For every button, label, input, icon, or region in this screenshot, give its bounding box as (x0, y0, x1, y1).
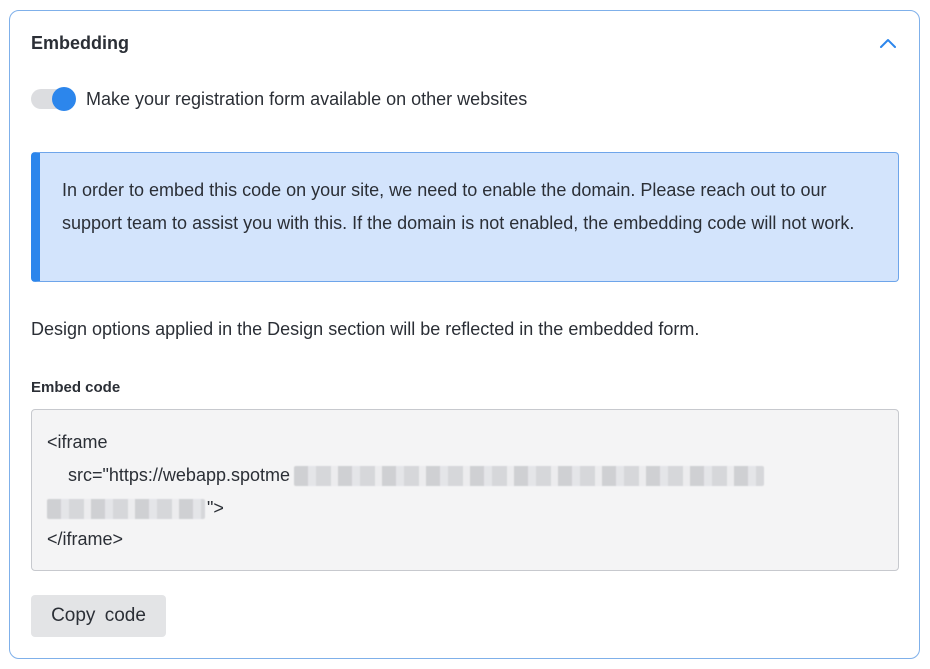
embed-toggle[interactable] (31, 87, 76, 111)
info-callout-text: In order to embed this code on your site… (62, 180, 855, 233)
redacted-url-part-1 (294, 466, 765, 487)
section-title: Embedding (31, 33, 129, 53)
embed-code-label: Embed code (31, 379, 121, 396)
code-src-prefix: src="https://webapp.spotme (68, 465, 291, 485)
toggle-label: Make your registration form available on… (86, 88, 528, 109)
embedding-panel: Embedding Make your registration form av… (9, 10, 920, 659)
code-line-1: <iframe (47, 432, 108, 452)
code-src-suffix: "> (207, 498, 224, 518)
info-callout: In order to embed this code on your site… (31, 152, 899, 282)
code-line-3: "> (47, 498, 224, 520)
copy-code-button[interactable]: Copy code (31, 595, 166, 637)
code-line-4: </iframe> (47, 529, 124, 549)
embed-toggle-row: Make your registration form available on… (31, 85, 527, 111)
design-note: Design options applied in the Design sec… (31, 319, 700, 339)
toggle-knob (52, 87, 76, 111)
redacted-url-part-2 (47, 499, 205, 520)
code-line-2: src="https://webapp.spotme (68, 465, 765, 487)
embed-code-box[interactable]: <iframe src="https://webapp.spotme "> </… (31, 409, 899, 571)
chevron-up-icon[interactable] (877, 35, 899, 51)
